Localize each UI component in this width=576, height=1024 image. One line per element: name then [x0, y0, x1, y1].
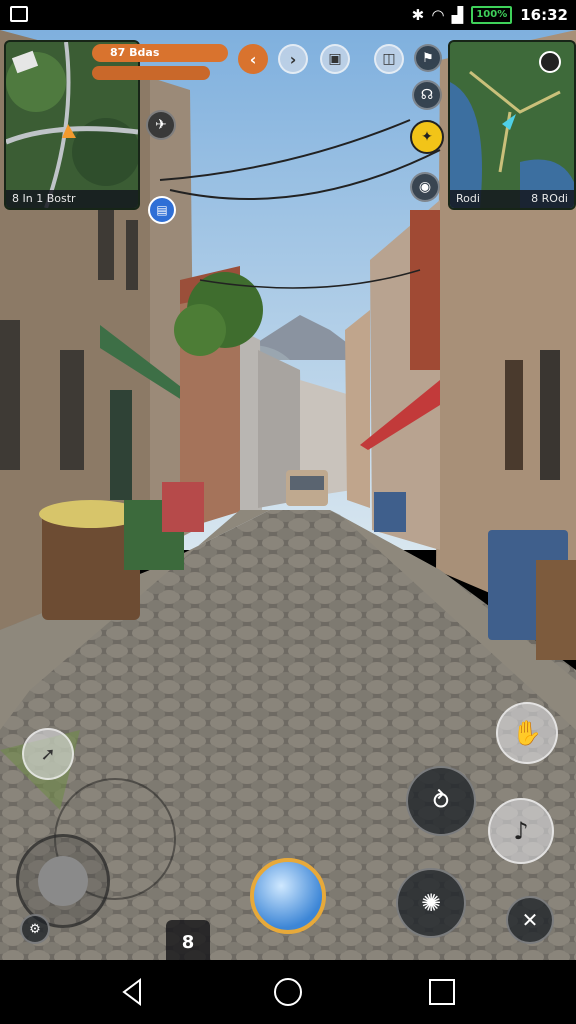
headset-button[interactable]: ☊ [412, 80, 442, 110]
health-bar: 87 Bdas [92, 44, 228, 62]
crouch-icon: ✕ [521, 908, 539, 932]
ammo-count: 8 [181, 932, 195, 953]
flag-button[interactable]: ⚑ [414, 44, 442, 72]
flag-icon: ⚑ [422, 50, 434, 66]
chevron-right-icon: › [289, 49, 297, 69]
backpack-icon: ▣ [328, 51, 342, 67]
badge-icon: ✦ [421, 129, 433, 145]
alert-icon: ♪ [513, 817, 529, 845]
notification-icon [10, 6, 28, 22]
document-icon: ▤ [156, 203, 168, 217]
compass-icon: ◉ [418, 179, 432, 195]
chat-icon: ◫ [382, 51, 396, 67]
settings-icon: ⚙ [29, 921, 41, 937]
minimap-left-label: 8 In 1 Bostr [6, 190, 138, 208]
chevron-left-icon: ‹ [249, 49, 257, 69]
wifi-icon: ◠ [432, 6, 444, 24]
navigation-bar [0, 960, 576, 1024]
minimap-right-caption: Rodi [456, 192, 480, 205]
minimap-left-caption: 8 In 1 Bostr [12, 192, 76, 205]
badge-button[interactable]: ✦ [410, 120, 444, 154]
compass-button[interactable]: ◉ [410, 172, 440, 202]
document-button[interactable]: ▤ [148, 196, 176, 224]
map-marker-button[interactable]: ➚ [22, 728, 74, 780]
sprint-button[interactable]: ✺ [396, 868, 466, 938]
minimap-right-terrain [450, 42, 574, 208]
game-scene[interactable]: 8 In 1 Bostr 87 Bdas ‹ › ▣ ◫ ⚑ Rodi 8 RO… [0, 30, 576, 960]
signal-icon: ▟ [451, 6, 464, 24]
health-bar-label: 87 Bdas [110, 46, 160, 59]
alert-button[interactable]: ♪ [488, 798, 554, 864]
battery-icon: 100% [471, 6, 513, 24]
clock: 16:32 [520, 6, 568, 24]
grab-button[interactable]: ✋ [496, 702, 558, 764]
bluetooth-icon: ✱ [411, 6, 425, 24]
stamina-bar [92, 66, 210, 80]
minimap-right-label: Rodi 8 ROdi [450, 190, 574, 208]
ammo-panel: 8 [166, 920, 210, 960]
status-bar: ✱ ◠ ▟ 100% 16:32 [0, 0, 576, 30]
minimap-right-caption-right: 8 ROdi [531, 192, 568, 205]
joystick-knob[interactable] [38, 856, 88, 906]
recents-nav-icon[interactable] [426, 976, 458, 1008]
crouch-button[interactable]: ✕ [506, 896, 554, 944]
reload-button[interactable]: ⥁ [406, 766, 476, 836]
backpack-button[interactable]: ▣ [320, 44, 350, 74]
chat-button[interactable]: ◫ [374, 44, 404, 74]
prev-button[interactable]: ‹ [238, 44, 268, 74]
minimap-right[interactable]: Rodi 8 ROdi [448, 40, 576, 210]
grab-icon: ✋ [512, 719, 542, 747]
map-marker-icon: ➚ [40, 743, 56, 765]
fire-button[interactable] [250, 858, 326, 934]
status-right: ✱ ◠ ▟ 100% 16:32 [412, 4, 568, 26]
sprint-icon: ✺ [420, 889, 442, 917]
home-nav-icon[interactable] [272, 976, 304, 1008]
settings-button[interactable]: ⚙ [20, 914, 50, 944]
reload-icon: ⥁ [432, 787, 450, 815]
plane-button[interactable]: ✈ [146, 110, 176, 140]
next-button[interactable]: › [278, 44, 308, 74]
back-nav-icon[interactable] [116, 976, 148, 1008]
headset-icon: ☊ [420, 87, 434, 103]
plane-icon: ✈ [155, 117, 167, 133]
